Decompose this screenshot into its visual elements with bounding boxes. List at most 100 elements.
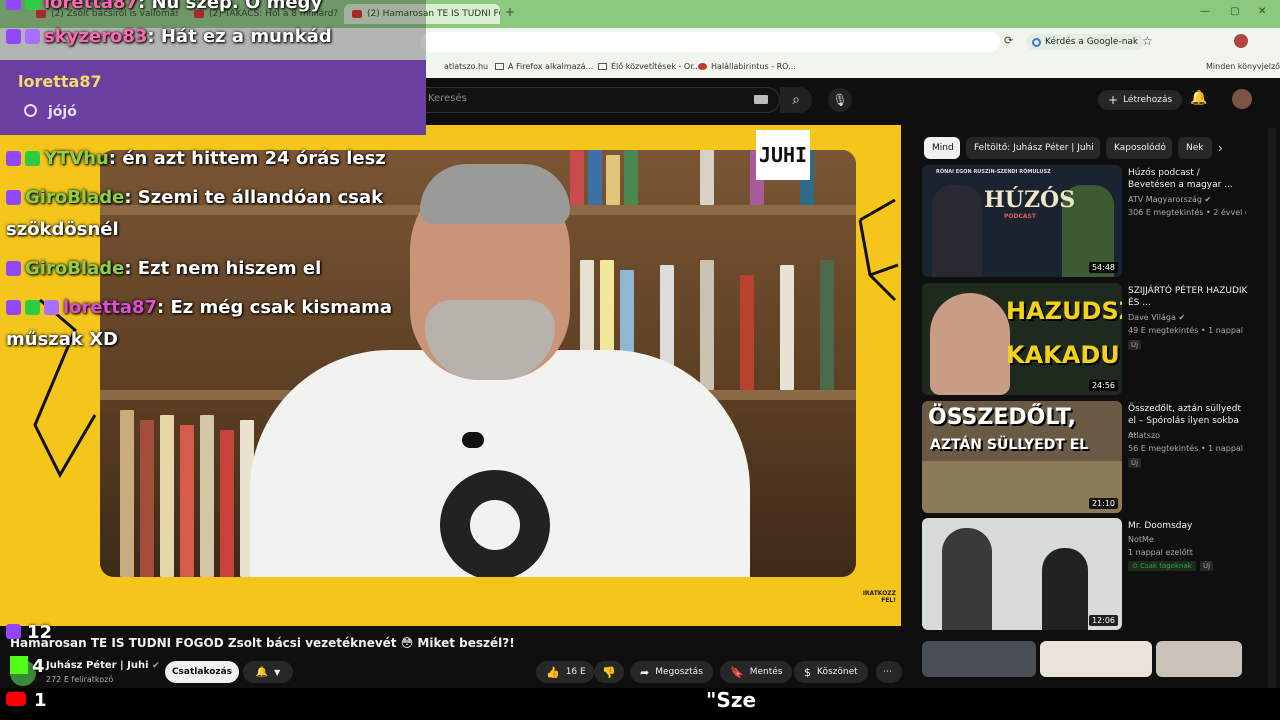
chat-message: loretta87: Nu szép. O megy xyxy=(6,0,322,13)
recommendation-thumbnail[interactable]: HÚZÓS PODCAST RÓNAI EGON RUSZIN-SZENDI R… xyxy=(922,165,1122,277)
chat-message: skyzero83: Hát ez a munkád xyxy=(6,26,332,47)
recommendation-channel[interactable]: ATV Magyarország ✔ xyxy=(1128,195,1211,204)
share-icon: ➦ xyxy=(640,665,650,679)
recommendation-thumbnail[interactable] xyxy=(1040,641,1152,677)
chat-message-continued: szökdösnél xyxy=(6,219,119,240)
bell-icon: 🔔 xyxy=(255,666,269,678)
reload-icon[interactable]: ⟳ xyxy=(1004,34,1013,47)
recommendation-thumbnail[interactable]: 12:06 xyxy=(922,518,1122,630)
more-icon: ⋯ xyxy=(883,667,892,677)
new-tab-button[interactable]: + xyxy=(505,5,515,19)
subscriber-count: 272 E feliratkozó xyxy=(46,675,114,684)
members-icon: ⊙ xyxy=(1132,562,1141,570)
chip-related[interactable]: Kaposolódó xyxy=(1106,137,1172,159)
chat-username: GiroBlade xyxy=(25,258,125,279)
chat-message: GiroBlade: Szemi te állandóan csak xyxy=(6,187,383,208)
create-button[interactable]: + Létrehozás xyxy=(1098,90,1183,110)
reply-icon xyxy=(24,104,37,117)
twitch-badge-icon xyxy=(6,29,21,44)
members-only-badge: ⊙ Csak tagoknak xyxy=(1128,561,1196,571)
recommendation-title[interactable]: SZIJJÁRTÓ PÉTER HAZUDIK ÉS ... xyxy=(1128,285,1248,309)
voice-search-button[interactable]: 🎙 xyxy=(828,88,852,112)
ask-google-button[interactable]: Kérdés a Google-nak xyxy=(1026,34,1145,50)
chat-text: szökdösnél xyxy=(6,219,119,240)
search-input[interactable] xyxy=(420,87,780,113)
emote-badge-icon xyxy=(44,300,59,315)
save-button[interactable]: 🔖 Mentés xyxy=(720,661,793,683)
like-button[interactable]: 👍 16 E xyxy=(536,661,594,683)
green-badge-icon xyxy=(25,0,40,10)
recommendation-title[interactable]: Mr. Doomsday xyxy=(1128,520,1248,532)
green-badge-icon xyxy=(25,300,40,315)
google-lens-icon xyxy=(1032,37,1041,47)
recommendation-title[interactable]: Húzós podcast / Bevetésen a magyar ... xyxy=(1128,167,1248,191)
thumb-title: HÚZÓS xyxy=(984,187,1076,213)
bookmark-item[interactable]: Élő közvetítések - Or... xyxy=(598,62,700,71)
bookmark-item[interactable]: Halállabirintus - RO... xyxy=(698,62,796,71)
chat-text: : Ezt nem hiszem el xyxy=(124,258,322,279)
thumb-names: RÓNAI EGON RUSZIN-SZENDI RÓMULUSZ xyxy=(936,169,1051,175)
notifications-icon[interactable]: 🔔 xyxy=(1190,90,1207,106)
recommendation-channel[interactable]: NotMe xyxy=(1128,535,1154,544)
chat-text: : Hát ez a munkád xyxy=(147,26,332,47)
chat-text: : Szemi te állandóan csak xyxy=(124,187,384,208)
video-duration: 24:56 xyxy=(1088,380,1118,391)
overlay-bottom-bar xyxy=(0,688,1280,720)
video-duration: 54:48 xyxy=(1088,262,1118,273)
close-window-icon[interactable]: ✕ xyxy=(1258,6,1266,17)
thanks-icon: $ xyxy=(804,665,811,679)
video-duration: 21:10 xyxy=(1088,498,1118,509)
bookmark-item[interactable]: atlatszo.hu xyxy=(444,62,488,71)
share-button[interactable]: ➦ Megosztás xyxy=(630,661,713,683)
join-button[interactable]: Csatlakozás xyxy=(165,661,239,683)
verified-icon: ✔ xyxy=(152,661,160,671)
youtube-viewer-count: 1 xyxy=(6,690,47,711)
chat-username: loretta87 xyxy=(44,0,139,13)
address-bar[interactable] xyxy=(420,32,1000,52)
chip-all[interactable]: Mind xyxy=(924,137,960,159)
chat-text: : Nu szép. O megy xyxy=(138,0,323,13)
recommendation-channel[interactable]: Atlatszo xyxy=(1128,431,1160,440)
thumb-person xyxy=(932,185,982,277)
chat-text: : én azt hittem 24 órás lesz xyxy=(108,148,386,169)
new-badge: Új xyxy=(1128,340,1142,350)
video-duration: 12:06 xyxy=(1088,615,1118,626)
bookmark-item[interactable]: A Firefox alkalmazá... xyxy=(495,62,593,71)
recommendation-thumbnail[interactable] xyxy=(922,641,1036,677)
scrollbar[interactable] xyxy=(1268,128,1276,688)
chat-message: YTVhu: én azt hittem 24 órás lesz xyxy=(6,148,386,169)
dislike-button[interactable]: 👎 xyxy=(594,661,624,683)
search-button[interactable]: ⌕ xyxy=(780,87,812,113)
subscribe-notification-button[interactable]: 🔔 ▼ xyxy=(243,661,293,683)
minimize-icon[interactable]: — xyxy=(1200,6,1210,17)
keyboard-icon[interactable] xyxy=(754,95,768,104)
recommendation-thumbnail[interactable]: ÖSSZEDŐLT, AZTÁN SÜLLYEDT EL 21:10 xyxy=(922,401,1122,513)
channel-name[interactable]: Juhász Péter | Juhi ✔ xyxy=(46,660,160,671)
search-placeholder: Keresés xyxy=(428,93,467,104)
more-actions-button[interactable]: ⋯ xyxy=(876,661,902,683)
channel-watermark-logo: JUHI xyxy=(756,130,810,180)
thanks-label: Köszönet xyxy=(817,667,858,677)
kick-logo-icon xyxy=(10,656,28,674)
thanks-button[interactable]: $ Köszönet xyxy=(794,661,868,683)
all-bookmarks-button[interactable]: Minden könyvjelző xyxy=(1206,62,1280,71)
youtube-logo-icon xyxy=(6,692,26,706)
thumb-title: HAZUDSZ xyxy=(1006,297,1122,325)
account-avatar[interactable] xyxy=(1232,89,1252,109)
recommendation-channel[interactable]: Dave Világa ✔ xyxy=(1128,313,1185,322)
chip-more[interactable]: Nek xyxy=(1178,137,1212,159)
recommendation-thumbnail[interactable] xyxy=(1156,641,1242,677)
plus-icon: + xyxy=(1108,93,1119,107)
twitch-badge-icon xyxy=(6,261,21,276)
chevron-right-icon[interactable]: › xyxy=(1218,141,1223,155)
new-badge: Új xyxy=(1128,458,1142,468)
browser-profile-avatar[interactable] xyxy=(1234,34,1248,48)
twitch-logo-icon xyxy=(6,624,21,639)
verified-icon: ✔ xyxy=(1204,195,1212,204)
folder-icon xyxy=(495,63,504,70)
thumb-person xyxy=(1042,548,1088,630)
recommendation-thumbnail[interactable]: HAZUDSZ KAKADU! 24:56 xyxy=(922,283,1122,395)
maximize-icon[interactable]: ▢ xyxy=(1230,6,1239,17)
chip-uploader[interactable]: Feltöltő: Juhász Péter | Juhi xyxy=(966,137,1100,159)
bookmark-star-icon[interactable]: ☆ xyxy=(1142,34,1153,48)
